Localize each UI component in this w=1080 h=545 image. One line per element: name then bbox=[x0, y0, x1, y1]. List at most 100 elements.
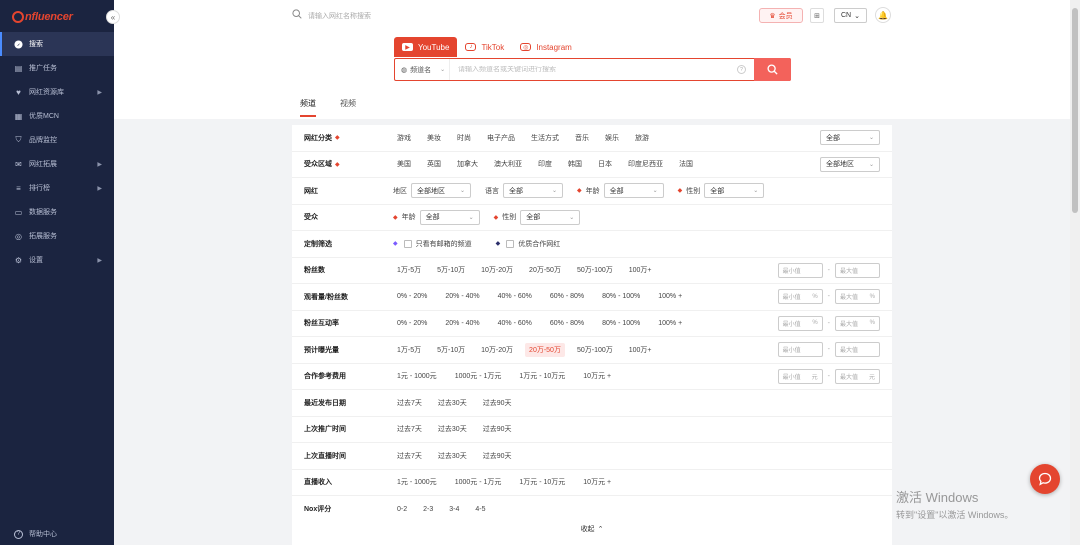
option[interactable]: 100万+ bbox=[625, 343, 656, 357]
option[interactable]: 40% - 60% bbox=[494, 318, 536, 329]
option[interactable]: 法国 bbox=[675, 157, 697, 171]
option[interactable]: 旅游 bbox=[631, 131, 653, 145]
option[interactable]: 0% - 20% bbox=[393, 291, 431, 302]
option[interactable]: 1元 - 1000元 bbox=[393, 369, 441, 383]
option[interactable]: 20% - 40% bbox=[441, 291, 483, 302]
option[interactable]: 过去30天 bbox=[434, 449, 471, 463]
global-search[interactable]: 请输入网红名称搜索 bbox=[292, 9, 371, 22]
option[interactable]: 印度尼西亚 bbox=[624, 157, 667, 171]
min-input[interactable]: 最小值 bbox=[777, 262, 823, 278]
tab-channel[interactable]: 频道 bbox=[300, 98, 316, 117]
premium-checkbox[interactable] bbox=[506, 239, 515, 248]
option[interactable]: 50万-100万 bbox=[573, 343, 617, 357]
search-button[interactable] bbox=[754, 58, 791, 81]
sidebar-item-outreach[interactable]: ✉ 网红拓展 ▶ bbox=[0, 152, 114, 176]
option[interactable]: 电子产品 bbox=[483, 131, 519, 145]
influencer-gender-select[interactable]: 全部 ⌄ bbox=[704, 183, 765, 199]
influencer-language-select[interactable]: 全部 ⌄ bbox=[503, 183, 563, 199]
option[interactable]: 10万元 + bbox=[579, 475, 615, 489]
min-input[interactable]: 最小值 bbox=[777, 342, 823, 358]
option[interactable]: 1000元 - 1万元 bbox=[451, 475, 506, 489]
logo[interactable]: nfluencer bbox=[12, 9, 73, 25]
option[interactable]: 日本 bbox=[594, 157, 616, 171]
option[interactable]: 100% + bbox=[654, 291, 686, 302]
option[interactable]: 过去30天 bbox=[434, 422, 471, 436]
max-input[interactable]: 最大值% bbox=[835, 289, 880, 305]
option[interactable]: 澳大利亚 bbox=[490, 157, 526, 171]
tab-video[interactable]: 视频 bbox=[340, 98, 356, 117]
option[interactable]: 音乐 bbox=[571, 131, 593, 145]
option[interactable]: 20% - 40% bbox=[441, 318, 483, 329]
notification-bell-icon[interactable]: 🔔 bbox=[875, 7, 891, 23]
sidebar-item-search[interactable]: 搜索 bbox=[0, 32, 114, 56]
max-input[interactable]: 最大值% bbox=[835, 315, 880, 331]
collapse-filters-button[interactable]: 收起 ⌃ bbox=[570, 523, 614, 535]
help-center[interactable]: ? 帮助中心 bbox=[14, 529, 57, 539]
option-selected[interactable]: 20万-50万 bbox=[525, 342, 565, 357]
option[interactable]: 50万-100万 bbox=[573, 263, 617, 277]
option[interactable]: 80% - 100% bbox=[598, 291, 644, 302]
option[interactable]: 100% + bbox=[654, 318, 686, 329]
chat-support-button[interactable] bbox=[1030, 464, 1060, 494]
option[interactable]: 0-2 bbox=[393, 504, 411, 515]
option[interactable]: 4-5 bbox=[471, 504, 489, 515]
sidebar-item-ranking[interactable]: ≡ 排行榜 ▶ bbox=[0, 176, 114, 200]
option[interactable]: 游戏 bbox=[393, 131, 415, 145]
sidebar-item-mcn[interactable]: ▦ 优质MCN bbox=[0, 104, 114, 128]
option[interactable]: 0% - 20% bbox=[393, 318, 431, 329]
max-input[interactable]: 最大值元 bbox=[835, 368, 880, 384]
language-select[interactable]: CN ⌄ bbox=[834, 8, 867, 23]
option[interactable]: 过去7天 bbox=[393, 396, 426, 410]
option[interactable]: 20万-50万 bbox=[525, 263, 565, 277]
max-input[interactable]: 最大值 bbox=[835, 342, 880, 358]
region-select[interactable]: 全部地区 ⌄ bbox=[820, 156, 880, 172]
option[interactable]: 加拿大 bbox=[453, 157, 482, 171]
option[interactable]: 韩国 bbox=[564, 157, 586, 171]
tab-instagram[interactable]: ◎ Instagram bbox=[512, 37, 580, 57]
influencer-region-select[interactable]: 全部地区 ⌄ bbox=[411, 183, 471, 199]
option[interactable]: 过去90天 bbox=[479, 396, 516, 410]
sidebar-item-data-service[interactable]: ▭ 数据服务 bbox=[0, 200, 114, 224]
option[interactable]: 100万+ bbox=[625, 263, 656, 277]
option[interactable]: 10万元 + bbox=[579, 369, 615, 383]
sidebar-item-settings[interactable]: ⚙ 设置 ▶ bbox=[0, 248, 114, 272]
option[interactable]: 1万元 - 10万元 bbox=[515, 369, 569, 383]
option[interactable]: 1万-5万 bbox=[393, 343, 425, 357]
apps-grid-button[interactable]: ⊞ bbox=[810, 8, 824, 23]
option[interactable]: 过去7天 bbox=[393, 449, 426, 463]
option[interactable]: 美国 bbox=[393, 157, 415, 171]
vip-button[interactable]: ♛ 会员 bbox=[759, 8, 803, 23]
option[interactable]: 5万-10万 bbox=[433, 263, 469, 277]
search-scope-select[interactable]: ◍ 频道名 ⌄ bbox=[395, 59, 450, 80]
option[interactable]: 生活方式 bbox=[527, 131, 563, 145]
max-input[interactable]: 最大值 bbox=[835, 262, 880, 278]
channel-search-input[interactable] bbox=[450, 66, 737, 73]
option[interactable]: 10万-20万 bbox=[477, 343, 517, 357]
min-input[interactable]: 最小值元 bbox=[777, 368, 823, 384]
option[interactable]: 3-4 bbox=[445, 504, 463, 515]
collapse-sidebar-button[interactable]: « bbox=[106, 10, 120, 24]
sidebar-item-tasks[interactable]: ▤ 推广任务 bbox=[0, 56, 114, 80]
option[interactable]: 过去90天 bbox=[479, 449, 516, 463]
influencer-age-select[interactable]: 全部 ⌄ bbox=[603, 183, 664, 199]
option[interactable]: 美妆 bbox=[423, 131, 445, 145]
option[interactable]: 60% - 80% bbox=[546, 318, 588, 329]
option[interactable]: 过去7天 bbox=[393, 422, 426, 436]
option[interactable]: 1万元 - 10万元 bbox=[515, 475, 569, 489]
option[interactable]: 过去30天 bbox=[434, 396, 471, 410]
option[interactable]: 1元 - 1000元 bbox=[393, 475, 441, 489]
tab-tiktok[interactable]: ♪ TikTok bbox=[457, 37, 512, 57]
sidebar-item-library[interactable]: ♥ 网红资源库 ▶ bbox=[0, 80, 114, 104]
sidebar-item-extend-service[interactable]: ◎ 拓展服务 bbox=[0, 224, 114, 248]
audience-age-select[interactable]: 全部 ⌄ bbox=[419, 209, 480, 225]
question-icon[interactable]: ? bbox=[737, 65, 746, 74]
min-input[interactable]: 最小值% bbox=[777, 289, 823, 305]
email-only-checkbox[interactable] bbox=[403, 239, 412, 248]
option[interactable]: 过去90天 bbox=[479, 422, 516, 436]
option[interactable]: 40% - 60% bbox=[494, 291, 536, 302]
option[interactable]: 印度 bbox=[534, 157, 556, 171]
option[interactable]: 2-3 bbox=[419, 504, 437, 515]
option[interactable]: 80% - 100% bbox=[598, 318, 644, 329]
audience-gender-select[interactable]: 全部 ⌄ bbox=[520, 209, 581, 225]
sidebar-item-brand-monitor[interactable]: ⛉ 品牌监控 bbox=[0, 128, 114, 152]
